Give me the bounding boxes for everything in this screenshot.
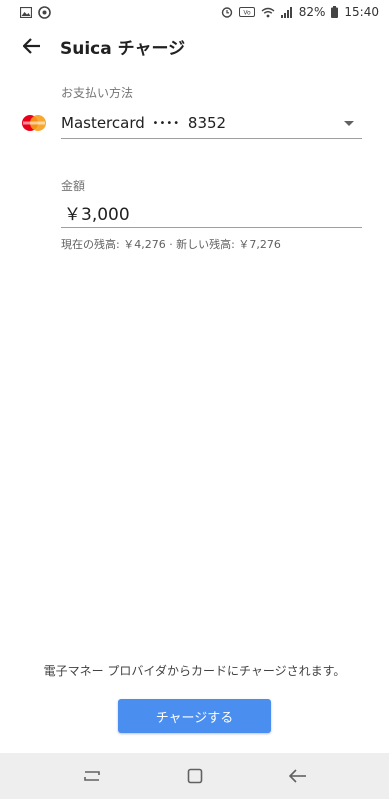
back-icon [288,769,306,783]
card-name: Mastercard [61,114,145,132]
triangle-down-icon [344,120,354,126]
battery-icon [331,6,339,18]
payment-method-select[interactable]: Mastercard •••• 8352 [61,108,362,139]
mastercard-logo [20,114,48,132]
nav-bar [0,753,389,799]
recents-button[interactable] [77,761,107,791]
nav-back-button[interactable] [283,761,313,791]
battery-percent: 82% [298,5,326,19]
volte-icon: Vo [238,7,255,17]
recents-icon [83,771,100,781]
balance-info: 現在の残高: ￥4,276 · 新しい残高: ￥7,276 [61,238,281,251]
back-button[interactable] [12,26,52,66]
wifi-icon [261,7,275,18]
charge-button[interactable]: チャージする [118,699,271,733]
amount-input[interactable]: ￥3,000 [61,198,362,228]
charge-notice: 電子マネー プロバイダからカードにチャージされます。 [43,664,346,678]
screen: Vo 82% 15:40 Suica チャージ お支払い方法 Mastercar… [0,0,389,799]
page-title: Suica チャージ [60,38,186,59]
svg-text:Vo: Vo [243,10,251,17]
card-last4: 8352 [187,114,227,132]
image-icon [20,6,32,18]
app-bar: Suica チャージ [0,24,389,68]
card-mask: •••• [152,118,181,129]
home-button[interactable] [180,761,210,791]
payment-method-label: お支払い方法 [61,86,134,100]
amount-label: 金額 [61,179,86,193]
signal-icon [280,6,293,18]
home-icon [187,768,202,784]
clock: 15:40 [344,5,379,19]
sync-icon [38,5,51,19]
status-left [20,5,51,19]
alarm-icon [221,6,233,18]
arrow-left-icon [23,38,40,54]
status-right: Vo 82% 15:40 [221,5,379,19]
status-bar: Vo 82% 15:40 [0,0,389,24]
selected-card: Mastercard •••• 8352 [61,114,226,132]
